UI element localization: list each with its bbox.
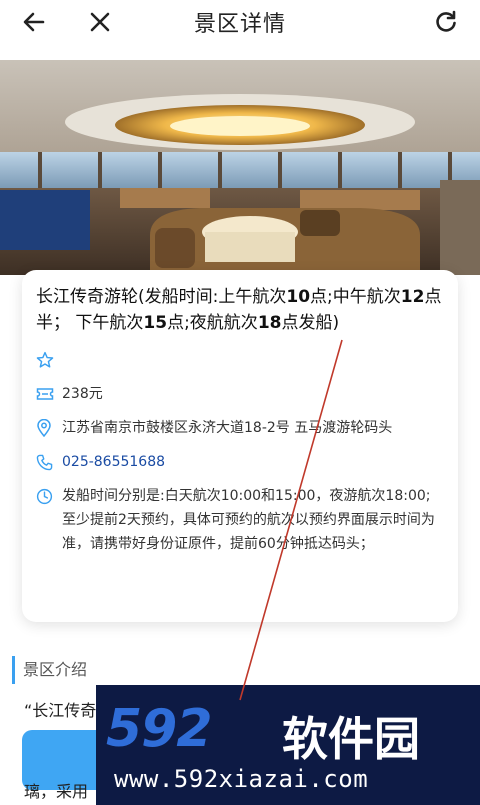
watermark: 592 软件园 www.592xiazai.com bbox=[96, 685, 480, 805]
location-icon bbox=[37, 419, 51, 437]
scenic-name-part: 点;夜航航次 bbox=[167, 313, 258, 333]
hours-row: 发船时间分别是:白天航次10:00和15:00，夜游航次18:00;至少提前2天… bbox=[36, 484, 444, 556]
scenic-name-part: 10 bbox=[286, 287, 311, 307]
top-bar: 景区详情 bbox=[0, 0, 480, 60]
watermark-digits: 592 bbox=[106, 699, 213, 759]
refresh-icon bbox=[436, 10, 456, 32]
scenic-name-part: 15 bbox=[143, 313, 168, 333]
scenic-name-part: 长江传奇游轮(发船时间:上午航次 bbox=[36, 287, 287, 307]
ticket-icon bbox=[36, 388, 54, 400]
scenic-name-part: 12 bbox=[400, 287, 425, 307]
address-text: 江苏省南京市鼓楼区永济大道18-2号 五马渡游轮码头 bbox=[62, 420, 393, 436]
refresh-button[interactable] bbox=[424, 0, 468, 44]
favorite-row[interactable] bbox=[36, 348, 444, 372]
scenic-name: 长江传奇游轮(发船时间:上午航次10点;中午航次12点半； 下午航次15点;夜航… bbox=[36, 284, 444, 336]
address-row: 江苏省南京市鼓楼区永济大道18-2号 五马渡游轮码头 bbox=[36, 416, 444, 440]
scenic-name-part: 18 bbox=[257, 313, 282, 333]
section-title: 景区介绍 bbox=[12, 656, 87, 684]
clock-icon bbox=[36, 488, 53, 504]
scenic-name-part: 点发船) bbox=[281, 313, 340, 333]
scenic-info-card: 长江传奇游轮(发船时间:上午航次10点;中午航次12点半； 下午航次15点;夜航… bbox=[22, 270, 458, 622]
page-title: 景区详情 bbox=[193, 12, 286, 37]
phone-row[interactable]: 025-86551688 bbox=[36, 450, 444, 474]
price-row: 238元 bbox=[36, 382, 444, 406]
watermark-url: www.592xiazai.com bbox=[114, 765, 369, 793]
hours-text: 发船时间分别是:白天航次10:00和15:00，夜游航次18:00;至少提前2天… bbox=[62, 488, 435, 552]
scenic-name-part: 点;中午航次 bbox=[310, 287, 401, 307]
intro-text-continued: 璃，采用 bbox=[24, 782, 89, 801]
star-icon[interactable] bbox=[36, 351, 54, 369]
watermark-brand: 软件园 bbox=[282, 712, 420, 766]
phone-icon bbox=[36, 454, 53, 470]
phone-link[interactable]: 025-86551688 bbox=[62, 450, 444, 474]
price-text: 238元 bbox=[62, 386, 103, 402]
scenic-photo bbox=[0, 60, 480, 275]
